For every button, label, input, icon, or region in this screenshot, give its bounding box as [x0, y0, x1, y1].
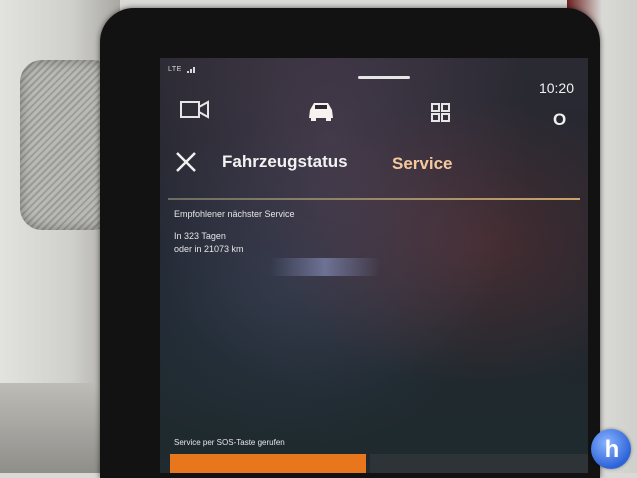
page-title: Fahrzeugstatus [222, 152, 348, 171]
screen-reflection [270, 258, 380, 276]
clock: 10:20 [538, 80, 574, 96]
apps-grid-icon[interactable] [430, 102, 452, 129]
network-label: LTE [168, 66, 182, 73]
service-headline: Empfohlener nächster Service [174, 209, 295, 219]
primary-action-button[interactable] [170, 454, 366, 473]
camera-icon[interactable] [180, 100, 210, 125]
close-icon[interactable] [174, 150, 198, 179]
car-icon[interactable] [306, 100, 336, 127]
service-info: Empfohlener nächster Service In 323 Tage… [174, 208, 295, 256]
service-km: oder in 21073 km [174, 244, 244, 254]
top-navigation: O [160, 100, 588, 130]
status-bar: LTE 10:20 [160, 58, 588, 96]
network-indicator: LTE [168, 66, 196, 73]
infotainment-screen: LTE 10:20 O Fahrzeugstatus Service Empfo… [160, 58, 588, 473]
drag-handle[interactable] [358, 76, 410, 79]
signal-strength-icon [187, 66, 196, 73]
sos-note: Service per SOS-Taste gerufen [174, 438, 285, 447]
action-bar [170, 454, 588, 473]
service-days: In 323 Tagen [174, 231, 226, 241]
tab-service[interactable]: Service [392, 154, 453, 174]
logo-badge: h [591, 429, 631, 469]
secondary-action-button[interactable] [370, 454, 588, 473]
header-divider [168, 198, 580, 200]
profile-icon[interactable]: O [553, 110, 566, 130]
header: Fahrzeugstatus Service [160, 146, 588, 190]
